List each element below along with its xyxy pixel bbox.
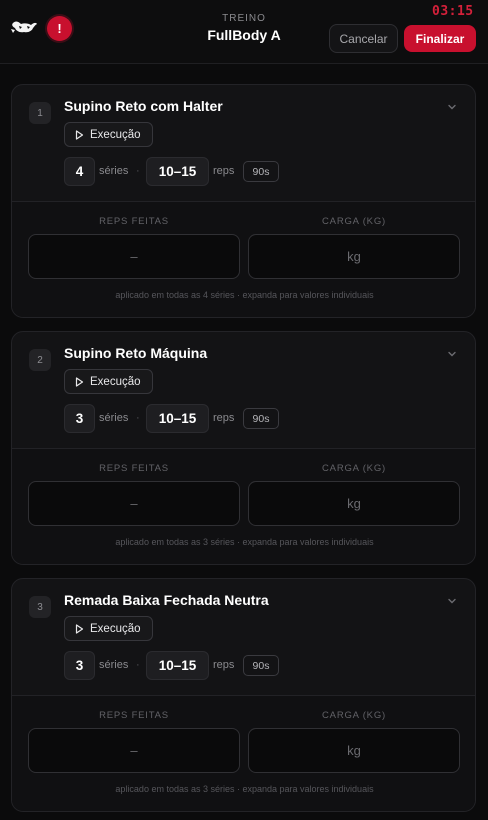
- exercise-name: Supino Reto com Halter: [64, 98, 223, 114]
- load-label: CARGA (KG): [322, 463, 386, 474]
- sets-count: 4: [64, 157, 95, 186]
- load-input[interactable]: kg: [248, 728, 460, 773]
- cancel-button[interactable]: Cancelar: [329, 24, 398, 53]
- rest-time-badge: 90s: [243, 161, 279, 182]
- sets-count: 3: [64, 651, 95, 680]
- play-icon: [75, 376, 84, 387]
- rest-time-badge: 90s: [243, 655, 279, 676]
- reps-label: reps: [213, 659, 235, 671]
- execution-video-button[interactable]: Execução: [64, 616, 153, 641]
- exercise-card: 3 Remada Baixa Fechada Neutra Execução 3…: [11, 578, 476, 812]
- exercise-card: 2 Supino Reto Máquina Execução 3 séries …: [11, 331, 476, 565]
- sets-label: séries: [99, 659, 129, 671]
- execution-video-button[interactable]: Execução: [64, 122, 153, 147]
- play-icon: [75, 623, 84, 634]
- exercise-number: 3: [29, 596, 51, 618]
- play-icon: [75, 129, 84, 140]
- separator-dot: ·: [136, 659, 140, 671]
- reps-label: reps: [213, 412, 235, 424]
- reps-done-input[interactable]: –: [28, 481, 240, 526]
- sets-label: séries: [99, 165, 129, 177]
- reps-label: reps: [213, 165, 235, 177]
- load-label: CARGA (KG): [322, 710, 386, 721]
- exercise-name: Remada Baixa Fechada Neutra: [64, 592, 269, 608]
- reps-range: 10–15: [146, 651, 209, 680]
- load-label: CARGA (KG): [322, 216, 386, 227]
- execution-label: Execução: [90, 622, 141, 635]
- reps-range: 10–15: [146, 404, 209, 433]
- execution-video-button[interactable]: Execução: [64, 369, 153, 394]
- reps-done-input[interactable]: –: [28, 728, 240, 773]
- load-input[interactable]: kg: [248, 234, 460, 279]
- apply-hint: aplicado em todas as 4 séries · expanda …: [115, 290, 374, 300]
- rest-time-badge: 90s: [243, 408, 279, 429]
- reps-done-label: REPS FEITAS: [99, 216, 169, 227]
- input-section: REPS FEITAS CARGA (KG) – kg aplicado em …: [12, 202, 475, 317]
- top-bar: ! TREINO FullBody A 03:15 Cancelar Final…: [0, 0, 488, 64]
- reps-done-label: REPS FEITAS: [99, 710, 169, 721]
- execution-label: Execução: [90, 375, 141, 388]
- apply-hint: aplicado em todas as 3 séries · expanda …: [115, 537, 374, 547]
- execution-label: Execução: [90, 128, 141, 141]
- chevron-down-icon[interactable]: [446, 595, 458, 607]
- finish-button[interactable]: Finalizar: [404, 25, 476, 52]
- input-section: REPS FEITAS CARGA (KG) – kg aplicado em …: [12, 696, 475, 811]
- exercise-name: Supino Reto Máquina: [64, 345, 208, 361]
- reps-range: 10–15: [146, 157, 209, 186]
- apply-hint: aplicado em todas as 3 séries · expanda …: [115, 784, 374, 794]
- workout-timer: 03:15: [432, 4, 474, 19]
- load-input[interactable]: kg: [248, 481, 460, 526]
- workout-subtitle: TREINO: [222, 13, 266, 24]
- sets-label: séries: [99, 412, 129, 424]
- sets-count: 3: [64, 404, 95, 433]
- reps-done-label: REPS FEITAS: [99, 463, 169, 474]
- separator-dot: ·: [136, 165, 140, 177]
- chevron-down-icon[interactable]: [446, 101, 458, 113]
- separator-dot: ·: [136, 412, 140, 424]
- exercise-number: 1: [29, 102, 51, 124]
- reps-done-input[interactable]: –: [28, 234, 240, 279]
- exercise-number: 2: [29, 349, 51, 371]
- input-section: REPS FEITAS CARGA (KG) – kg aplicado em …: [12, 449, 475, 564]
- chevron-down-icon[interactable]: [446, 348, 458, 360]
- exercise-card: 1 Supino Reto com Halter Execução 4 séri…: [11, 84, 476, 318]
